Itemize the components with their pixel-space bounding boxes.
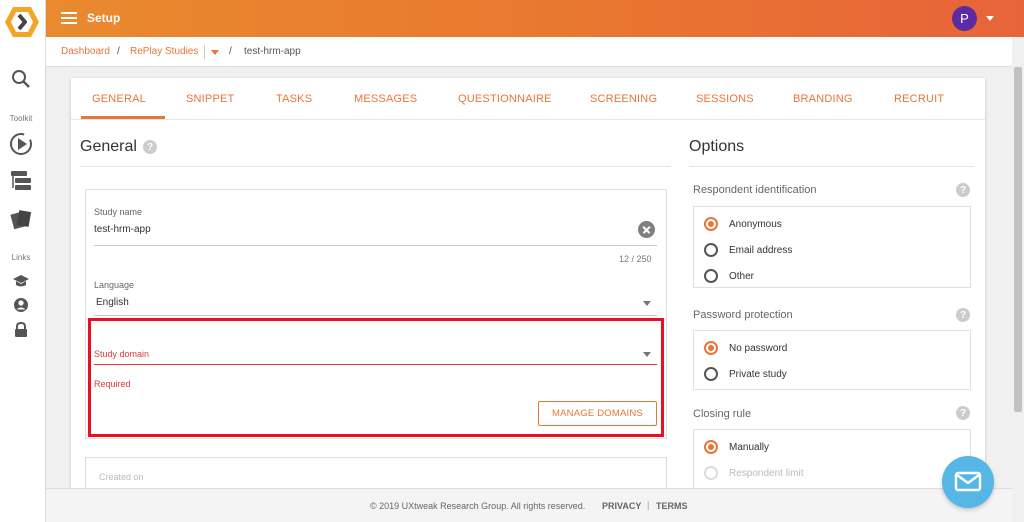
password-protection-label: Password protection — [693, 309, 793, 321]
radio-email-address[interactable] — [704, 243, 718, 257]
tab-bar: GENERAL SNIPPET TASKS MESSAGES QUESTIONN… — [71, 78, 985, 120]
help-icon[interactable]: ? — [143, 140, 157, 154]
lock-icon[interactable] — [8, 317, 34, 343]
closing-rule-label: Closing rule — [693, 408, 752, 420]
tree-testing-icon[interactable] — [8, 168, 34, 194]
avatar[interactable]: P — [952, 6, 977, 31]
help-icon[interactable]: ? — [956, 183, 970, 197]
search-icon[interactable] — [8, 66, 34, 92]
created-on-label: Created on — [99, 472, 144, 482]
radio-label: Email address — [729, 245, 793, 256]
chevron-down-icon[interactable] — [643, 301, 651, 306]
created-on-box: Created on — [85, 457, 667, 488]
radio-manually[interactable] — [704, 440, 718, 454]
tab-screening[interactable]: SCREENING — [590, 93, 657, 105]
card-sorting-icon[interactable] — [8, 206, 34, 232]
radio-label: No password — [729, 343, 788, 354]
tab-messages[interactable]: MESSAGES — [354, 93, 417, 105]
radio-label: Respondent limit — [729, 468, 804, 479]
character-counter: 12 / 250 — [619, 254, 652, 264]
respondent-identification-label: Respondent identification — [693, 184, 817, 196]
scroll-thumb[interactable] — [1014, 67, 1022, 412]
top-bar: Setup P — [46, 0, 1024, 37]
tab-tasks[interactable]: TASKS — [276, 93, 312, 105]
studies-dropdown-icon[interactable] — [204, 45, 222, 59]
study-name-underline — [94, 245, 657, 246]
clear-icon[interactable] — [638, 221, 655, 238]
terms-link[interactable]: TERMS — [656, 501, 688, 511]
study-name-label: Study name — [94, 207, 143, 217]
settings-card: GENERAL SNIPPET TASKS MESSAGES QUESTIONN… — [71, 78, 985, 488]
divider — [689, 166, 974, 167]
breadcrumb-studies[interactable]: RePlay Studies — [130, 46, 198, 57]
breadcrumb-separator: / — [117, 46, 120, 57]
highlight-box — [88, 318, 664, 437]
radio-other[interactable] — [704, 269, 718, 283]
tab-branding[interactable]: BRANDING — [793, 93, 853, 105]
radio-no-password[interactable] — [704, 341, 718, 355]
help-icon[interactable]: ? — [956, 406, 970, 420]
breadcrumb: Dashboard / RePlay Studies / test-hrm-ap… — [46, 37, 1012, 67]
links-label: Links — [11, 253, 31, 262]
options-title: Options — [689, 138, 745, 155]
general-title: General — [80, 138, 137, 155]
toolkit-label: Toolkit — [9, 114, 33, 123]
tab-snippet[interactable]: SNIPPET — [186, 93, 234, 105]
radio-private-study[interactable] — [704, 367, 718, 381]
mail-icon — [954, 471, 982, 492]
menu-icon[interactable] — [61, 12, 77, 24]
scrollbar[interactable] — [1012, 37, 1024, 522]
radio-label: Other — [729, 271, 755, 282]
language-label: Language — [94, 280, 135, 290]
respondent-identification-box: Anonymous Email address Other — [693, 206, 971, 288]
language-select[interactable]: English — [96, 297, 129, 308]
divider — [80, 166, 671, 167]
password-protection-box: No password Private study — [693, 330, 971, 390]
account-icon[interactable] — [8, 292, 34, 318]
study-name-input[interactable]: test-hrm-app — [94, 224, 151, 235]
graduation-cap-icon[interactable] — [8, 268, 34, 294]
breadcrumb-current: test-hrm-app — [244, 46, 301, 57]
radio-anonymous[interactable] — [704, 217, 718, 231]
radio-label: Private study — [729, 369, 787, 380]
replay-icon[interactable] — [8, 131, 34, 157]
tab-questionnaire[interactable]: QUESTIONNAIRE — [458, 93, 552, 105]
active-tab-indicator — [81, 116, 165, 119]
tab-general[interactable]: GENERAL — [92, 93, 146, 105]
radio-label: Manually — [729, 442, 770, 453]
breadcrumb-dashboard[interactable]: Dashboard — [61, 46, 110, 57]
breadcrumb-separator: / — [229, 46, 232, 57]
closing-rule-box: Manually Respondent limit — [693, 429, 971, 488]
radio-label: Anonymous — [729, 219, 782, 230]
page-title: Setup — [87, 11, 121, 25]
footer-separator: | — [647, 500, 650, 510]
left-rail: Toolkit Links — [0, 0, 46, 522]
tab-recruit[interactable]: RECRUIT — [894, 93, 944, 105]
copyright-text: © 2019 UXtweak Research Group. All right… — [370, 501, 586, 511]
privacy-link[interactable]: PRIVACY — [602, 501, 641, 511]
chevron-down-icon[interactable] — [986, 16, 994, 21]
chat-button[interactable] — [942, 456, 994, 508]
tab-sessions[interactable]: SESSIONS — [696, 93, 754, 105]
radio-respondent-limit[interactable] — [704, 466, 718, 480]
language-underline — [94, 315, 657, 316]
help-icon[interactable]: ? — [956, 308, 970, 322]
uxtweak-logo-icon[interactable] — [4, 5, 40, 39]
footer: © 2019 UXtweak Research Group. All right… — [46, 488, 1012, 522]
